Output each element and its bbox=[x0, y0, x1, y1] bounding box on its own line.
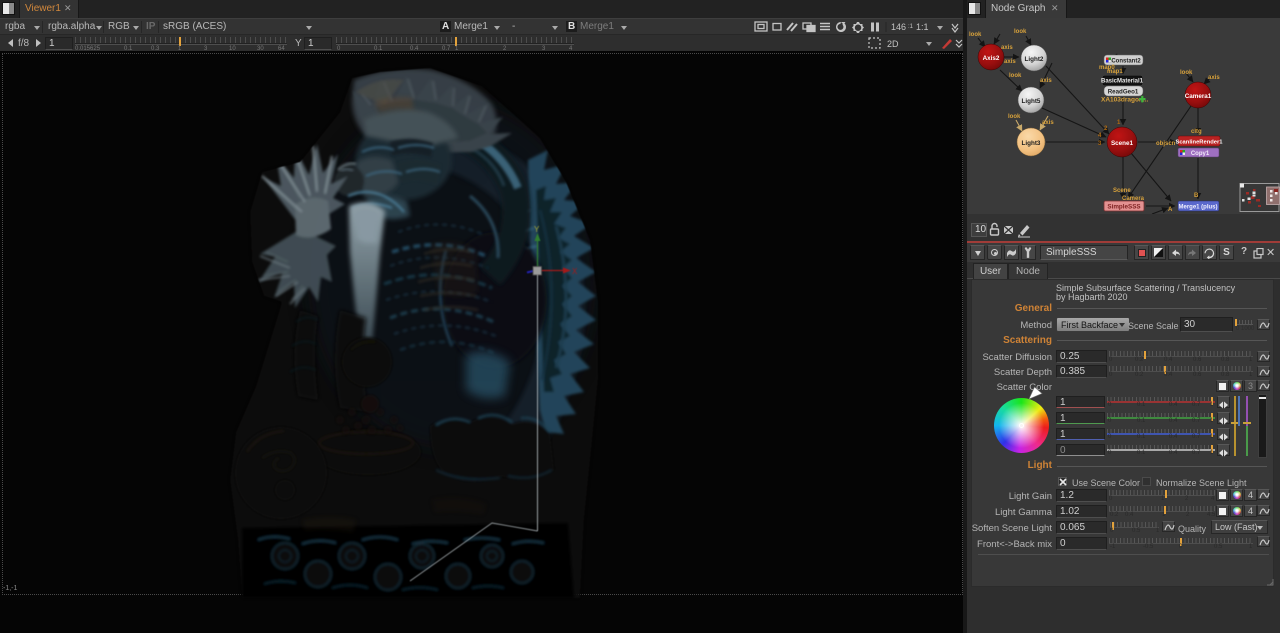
svg-text:1:1: 1:1 bbox=[916, 22, 929, 32]
svg-text:axis: axis bbox=[1001, 45, 1013, 51]
svg-text:Scene1: Scene1 bbox=[1111, 140, 1134, 147]
svg-text:SimpleSSS: SimpleSSS bbox=[1107, 204, 1140, 211]
svg-text:axis: axis bbox=[1040, 78, 1052, 84]
svg-text:Light3: Light3 bbox=[1022, 140, 1041, 147]
svg-text:Merge1 (plus): Merge1 (plus) bbox=[1178, 205, 1217, 211]
svg-text:look: look bbox=[1014, 29, 1027, 35]
svg-text:map1: map1 bbox=[1107, 69, 1123, 75]
svg-text:look: look bbox=[1008, 114, 1021, 120]
svg-text::1: :1 bbox=[908, 24, 914, 30]
svg-text:axis: axis bbox=[1208, 75, 1220, 81]
svg-text:look: look bbox=[969, 32, 982, 38]
svg-text:B: B bbox=[1194, 193, 1199, 199]
svg-text:cltg: cltg bbox=[1191, 129, 1202, 135]
svg-text:look: look bbox=[1180, 70, 1193, 76]
svg-text:objscn: objscn bbox=[1156, 141, 1176, 147]
svg-text:X: X bbox=[572, 267, 578, 276]
svg-text:Constant2: Constant2 bbox=[1111, 59, 1141, 65]
svg-text:A: A bbox=[1168, 207, 1173, 213]
svg-text:Scene: Scene bbox=[1113, 188, 1131, 194]
svg-text:Copy1: Copy1 bbox=[1191, 151, 1210, 157]
svg-text:4: 4 bbox=[1098, 133, 1102, 139]
svg-text:146: 146 bbox=[891, 22, 906, 32]
svg-text:1: 1 bbox=[1117, 120, 1121, 126]
svg-text:Light2: Light2 bbox=[1025, 56, 1044, 63]
svg-text:axis: axis bbox=[1004, 59, 1016, 65]
svg-text:Camera1: Camera1 bbox=[1185, 93, 1212, 100]
svg-text:Camera: Camera bbox=[1122, 196, 1145, 202]
svg-text:Light5: Light5 bbox=[1022, 98, 1041, 105]
svg-text:Y: Y bbox=[534, 225, 540, 234]
svg-text:ScanlineRender1: ScanlineRender1 bbox=[1175, 140, 1223, 146]
svg-text:axis: axis bbox=[1042, 120, 1054, 126]
svg-text:look: look bbox=[1009, 73, 1022, 79]
svg-text:BasicMaterial1: BasicMaterial1 bbox=[1101, 79, 1144, 85]
svg-text:ReadGeo1: ReadGeo1 bbox=[1108, 89, 1139, 96]
svg-text:Axis2: Axis2 bbox=[983, 55, 1000, 62]
svg-text:2: 2 bbox=[1104, 126, 1108, 132]
svg-text:2D: 2D bbox=[887, 39, 899, 49]
